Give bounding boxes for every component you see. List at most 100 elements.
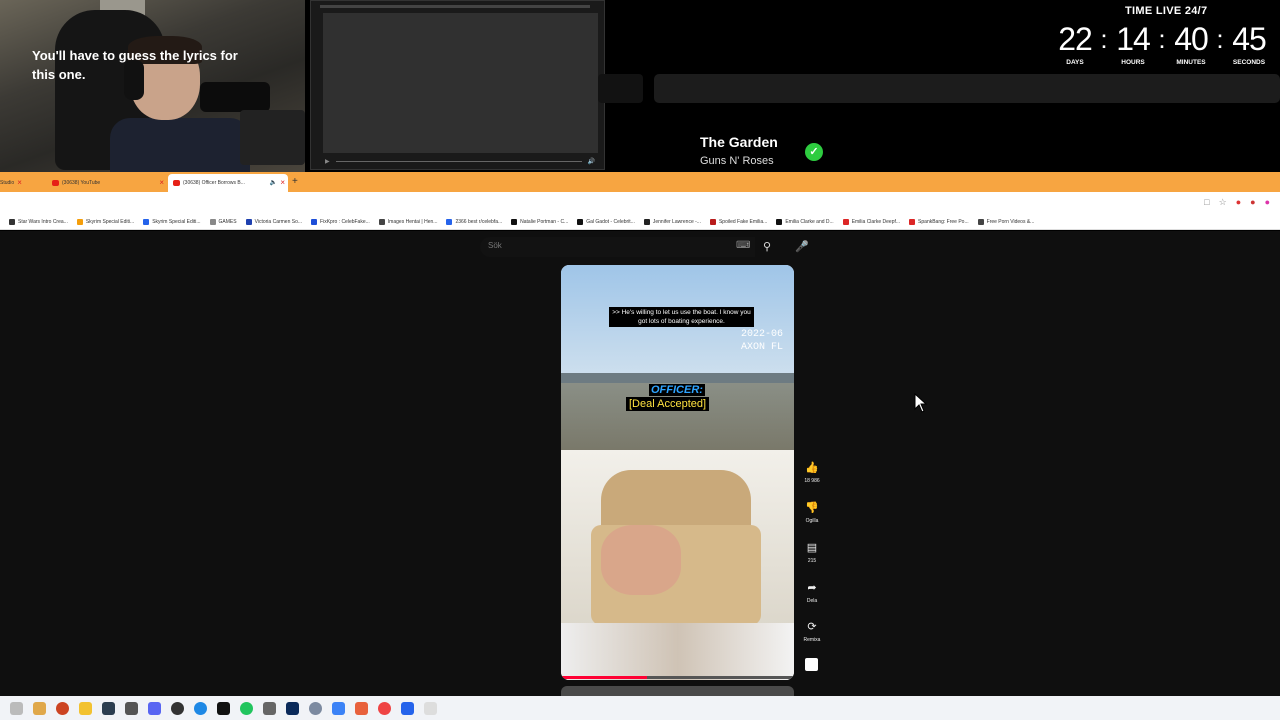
bookmark-item[interactable]: Emilia Clarke and D... [776, 218, 834, 225]
bookmark-label: Skyrim Special Editi... [85, 218, 135, 225]
song-title: The Garden [700, 134, 778, 150]
search-placeholder: Sök [488, 241, 502, 250]
lyrics-seek-bar[interactable] [335, 160, 582, 162]
star-icon[interactable]: ☆ [1219, 197, 1227, 208]
timer-seconds: 45 SECONDS [1226, 20, 1272, 66]
shorts-video-player[interactable]: >> He's willing to let us use the boat. … [561, 265, 794, 680]
video-progress-bar[interactable] [561, 676, 794, 679]
taskbar-app-icon[interactable] [171, 701, 184, 715]
bookmark-label: Emilia Clarke and D... [785, 218, 834, 225]
taskbar-app-icon[interactable] [148, 701, 161, 715]
next-video-preview[interactable] [561, 686, 794, 696]
song-artist: Guns N' Roses [700, 155, 774, 167]
close-icon[interactable]: × [17, 178, 22, 187]
volume-icon[interactable]: 🔊 [588, 158, 595, 165]
bookmark-item[interactable]: 2366 best r/celebfa... [446, 218, 502, 225]
video-caption: >> He's willing to let us use the boat. … [609, 307, 754, 327]
voice-search-button[interactable]: 🎤 [792, 237, 812, 257]
taskbar-app-icon[interactable] [79, 701, 92, 715]
taskbar-app-icon[interactable] [263, 701, 276, 715]
bookmark-item[interactable]: SpankBang: Free Po... [909, 218, 969, 225]
profile-icon[interactable]: ● [1265, 197, 1270, 208]
bookmark-label: Jennifer Lawrence -... [652, 218, 701, 225]
live-timer: 22 DAYS : 14 HOURS : 40 MINUTES : 45 SEC… [1052, 20, 1280, 66]
bookmark-item[interactable]: Jennifer Lawrence -... [643, 218, 701, 225]
play-icon[interactable]: ▶ [325, 158, 330, 165]
timer-days: 22 DAYS [1052, 20, 1098, 66]
comments-button[interactable]: ▤ 215 [800, 541, 824, 564]
tab-youtube[interactable]: (30638) YouTube × [52, 175, 164, 190]
taskbar-app-icon[interactable] [355, 701, 368, 715]
bookmark-item[interactable]: Images Hentai | Hen... [378, 218, 437, 225]
bookmark-favicon-icon [776, 218, 783, 225]
taskbar-app-icon[interactable] [378, 701, 391, 715]
taskbar [0, 696, 1280, 720]
taskbar-app-icon[interactable] [332, 701, 345, 715]
speaker-icon[interactable]: 🔈 [270, 179, 277, 186]
tab-officer-video[interactable]: (30638) Officer Borrows B... 🔈 × [173, 175, 285, 190]
youtube-icon [173, 179, 180, 186]
sound-thumbnail[interactable] [805, 658, 818, 671]
timer-value: 40 [1174, 21, 1209, 57]
desk-gear [240, 110, 305, 165]
extension-icon[interactable]: ● [1236, 197, 1241, 208]
timer-value: 45 [1232, 21, 1267, 57]
address-bar-row[interactable] [0, 192, 1280, 214]
extension-icon[interactable]: ● [1250, 197, 1255, 208]
bookmark-favicon-icon [245, 218, 252, 225]
share-button[interactable]: ➦ Dela [800, 581, 824, 604]
taskbar-app-icon[interactable] [125, 701, 138, 715]
timer-unit: HOURS [1121, 59, 1145, 66]
taskbar-app-icon[interactable] [309, 701, 322, 715]
share-label: Dela [806, 598, 818, 604]
bookmark-item[interactable]: Natalie Portman - C... [511, 218, 568, 225]
taskbar-app-icon[interactable] [240, 701, 253, 715]
bookmark-item[interactable]: FixKpro : CelebFake... [311, 218, 370, 225]
taskbar-app-icon[interactable] [33, 701, 46, 715]
overlay-bar-small [598, 74, 643, 103]
comment-count: 215 [807, 558, 817, 564]
taskbar-app-icon[interactable] [424, 701, 437, 715]
keyboard-icon[interactable]: ⌨ [736, 240, 750, 251]
taskbar-app-icon[interactable] [217, 701, 230, 715]
remix-label: Remixa [803, 637, 821, 643]
taskbar-app-icon[interactable] [286, 701, 299, 715]
lyrics-panel [310, 0, 605, 170]
bookmark-favicon-icon [446, 218, 453, 225]
bookmark-item[interactable]: Gal Gadot - Celebrit... [577, 218, 635, 225]
tab-studio[interactable]: Studio × [0, 175, 40, 190]
tab-label: (30638) YouTube [62, 179, 101, 186]
bookmark-item[interactable]: Emilia Clarke Deepf... [842, 218, 900, 225]
bookmark-label: FixKpro : CelebFake... [320, 218, 370, 225]
close-icon[interactable]: × [159, 178, 164, 187]
mouse-cursor-icon [914, 393, 928, 413]
taskbar-app-icon[interactable] [56, 701, 69, 715]
close-icon[interactable]: × [280, 178, 285, 187]
taskbar-app-icon[interactable] [194, 701, 207, 715]
bookmark-item[interactable]: GAMES [209, 218, 237, 225]
bookmark-item[interactable]: Free Porn Videos &... [977, 218, 1034, 225]
taskbar-app-icon[interactable] [401, 701, 414, 715]
timer-value: 22 [1058, 21, 1093, 57]
bookmark-item[interactable]: Spoiled Fake Emilia... [709, 218, 767, 225]
bookmark-favicon-icon [709, 218, 716, 225]
thumbs-down-icon: 👎 [805, 502, 819, 514]
dislike-button[interactable]: 👎 Ogilla [800, 501, 824, 524]
remix-button[interactable]: ⟳ Remixa [800, 620, 824, 643]
like-button[interactable]: 👍 18 986 [800, 461, 824, 484]
bookmark-item[interactable]: Skyrim Special Editi... [76, 218, 135, 225]
share-icon: ➦ [807, 582, 817, 594]
install-icon[interactable]: □ [1204, 197, 1209, 208]
lyrics-text: You'll have to guess the lyrics for this… [32, 48, 238, 82]
search-input[interactable] [480, 237, 755, 257]
bookmark-label: Star Wars Intro Crea... [18, 218, 68, 225]
bookmark-favicon-icon [842, 218, 849, 225]
bookmark-item[interactable]: Skyrim Special Editi... [143, 218, 201, 225]
bookmark-item[interactable]: Star Wars Intro Crea... [9, 218, 68, 225]
webcam-feed [0, 0, 305, 172]
new-tab-button[interactable]: + [292, 174, 298, 189]
bookmark-item[interactable]: Victoria Carmen So... [245, 218, 302, 225]
search-button[interactable]: ⚲ [756, 237, 778, 257]
taskbar-app-icon[interactable] [102, 701, 115, 715]
taskbar-app-icon[interactable] [10, 701, 23, 715]
